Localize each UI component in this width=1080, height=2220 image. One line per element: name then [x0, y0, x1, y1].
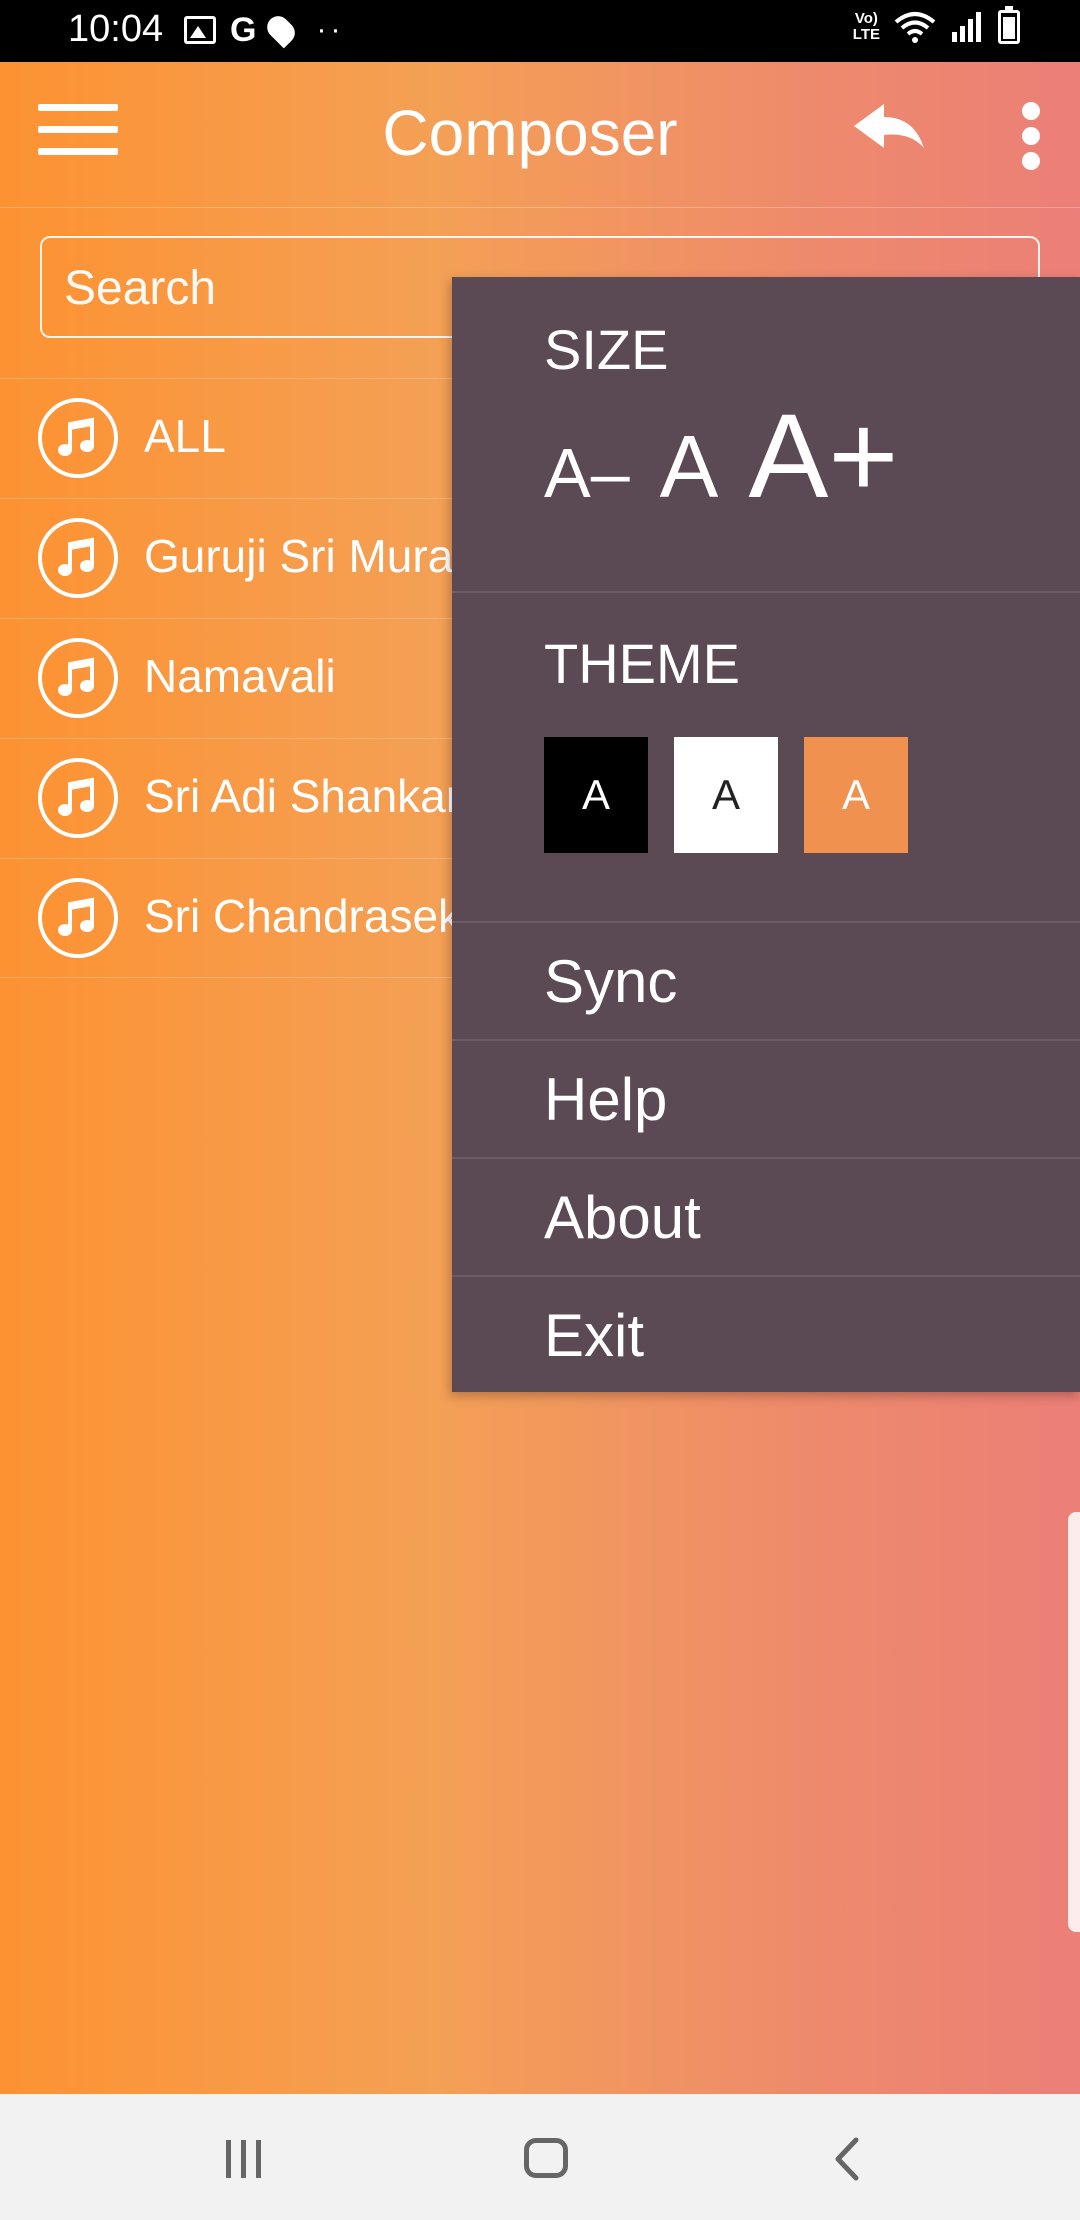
battery-charging-icon — [998, 6, 1020, 44]
list-item-label: Namavali — [144, 650, 336, 702]
menu-item-label: About — [544, 1184, 701, 1251]
list-item-label: ALL — [144, 410, 226, 462]
size-section: SIZE A– A A+ — [452, 277, 1080, 593]
status-bar: 10:04 G ·· Vo) LTE — [0, 0, 1080, 62]
back-icon[interactable] — [832, 2136, 862, 2182]
scrollbar-thumb[interactable] — [1068, 1512, 1080, 1932]
theme-section: THEME A A A — [452, 593, 1080, 923]
google-icon: G — [230, 11, 257, 49]
more-notifications-icon: ·· — [316, 13, 345, 46]
recents-icon[interactable] — [222, 2138, 266, 2180]
menu-item-sync[interactable]: Sync — [452, 923, 1080, 1041]
wifi-icon — [894, 12, 936, 43]
music-note-icon — [38, 398, 118, 478]
theme-dark-button[interactable]: A — [544, 737, 648, 853]
size-options: A– A A+ — [544, 387, 898, 525]
gallery-icon — [184, 16, 216, 44]
menu-item-exit[interactable]: Exit — [452, 1277, 1080, 1392]
music-note-icon — [38, 518, 118, 598]
theme-orange-button[interactable]: A — [804, 737, 908, 853]
default-font-button[interactable]: A — [660, 416, 719, 518]
list-item-label: Sri Adi Shankara — [144, 770, 487, 822]
increase-font-button[interactable]: A+ — [748, 387, 898, 525]
music-note-icon — [38, 638, 118, 718]
status-right-icons: Vo) LTE — [853, 6, 1020, 44]
music-note-icon — [38, 878, 118, 958]
home-icon[interactable] — [524, 2138, 568, 2178]
composer-screen: Composer ALL Guruji Sri Murali Nama — [0, 62, 1080, 2094]
overflow-menu: SIZE A– A A+ THEME A A A Sync Help About… — [452, 277, 1080, 1392]
music-note-icon — [38, 758, 118, 838]
theme-light-button[interactable]: A — [674, 737, 778, 853]
theme-options: A A A — [544, 737, 908, 853]
menu-item-about[interactable]: About — [452, 1159, 1080, 1277]
app-bar: Composer — [0, 62, 1080, 208]
volte-icon: Vo) LTE — [853, 11, 880, 43]
menu-item-label: Exit — [544, 1302, 645, 1369]
volte-label-top: Vo) — [854, 10, 878, 27]
menu-item-help[interactable]: Help — [452, 1041, 1080, 1159]
size-heading: SIZE — [544, 318, 669, 381]
more-vert-icon[interactable] — [1016, 98, 1046, 174]
menu-item-label: Sync — [544, 948, 678, 1015]
menu-item-label: Help — [544, 1066, 668, 1133]
location-pin-icon — [263, 11, 300, 49]
list-item-label: Guruji Sri Murali — [144, 530, 474, 582]
volte-label-bottom: LTE — [852, 26, 880, 43]
status-left-icons: G ·· — [184, 11, 345, 49]
status-time: 10:04 — [68, 8, 164, 50]
system-nav-bar — [0, 2094, 1080, 2220]
reply-back-icon[interactable] — [850, 102, 926, 162]
decrease-font-button[interactable]: A– — [544, 433, 630, 513]
theme-heading: THEME — [544, 632, 740, 695]
signal-icon — [952, 12, 981, 42]
